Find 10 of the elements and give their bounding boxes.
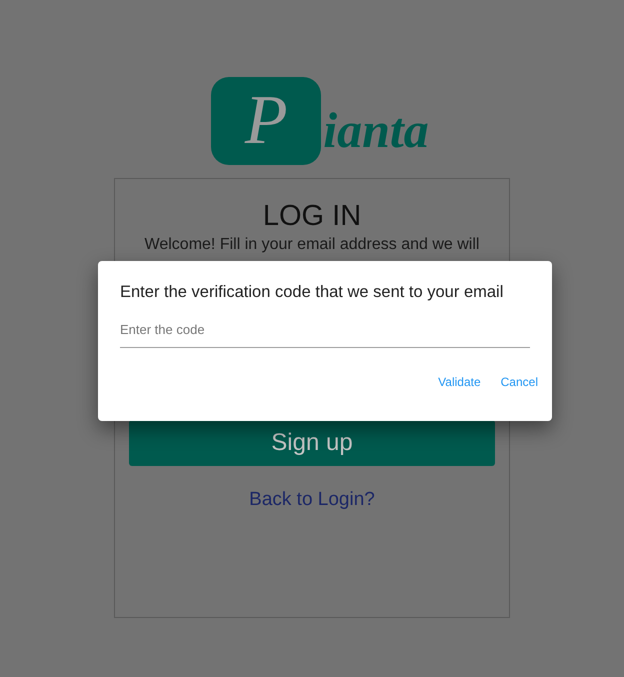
sign-up-button[interactable]: Sign up: [129, 420, 495, 466]
code-input-field[interactable]: Enter the code: [120, 322, 530, 348]
dialog-title: Enter the verification code that we sent to your email: [120, 283, 504, 302]
logo-badge: P: [211, 77, 322, 165]
intro-text: Welcome! Fill in your email address and we will: [144, 235, 480, 254]
back-to-login-link[interactable]: Back to Login?: [249, 489, 375, 511]
validate-button[interactable]: Validate: [438, 375, 481, 389]
login-title: LOG IN: [262, 199, 362, 233]
logo-text: ianta: [323, 105, 429, 155]
cancel-button[interactable]: Cancel: [500, 375, 538, 389]
